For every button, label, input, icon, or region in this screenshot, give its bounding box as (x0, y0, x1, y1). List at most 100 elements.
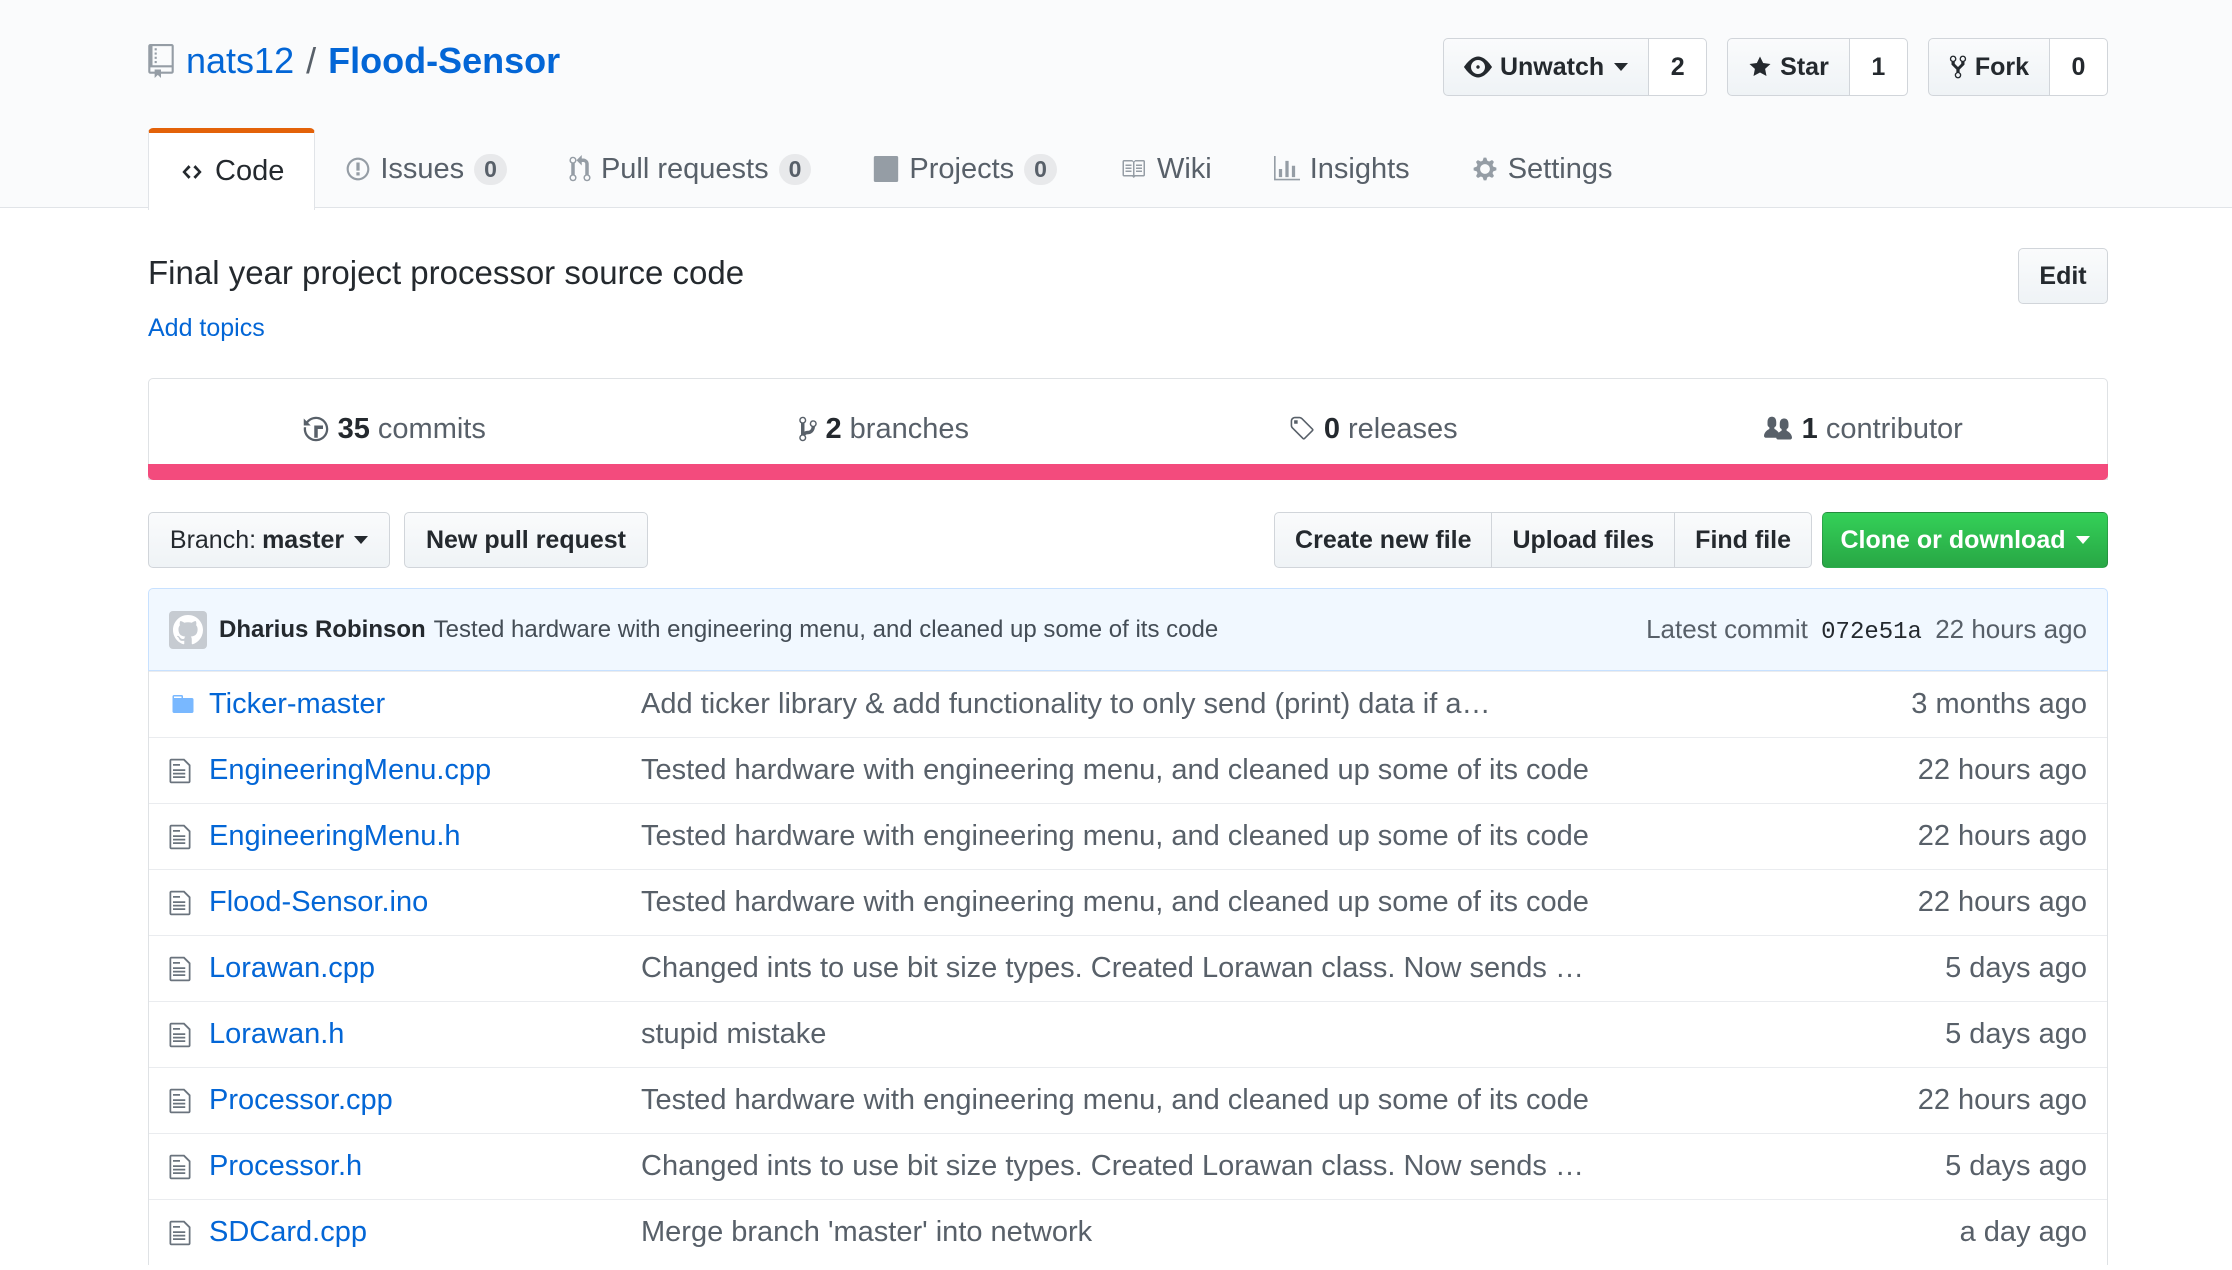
branch-icon (798, 416, 817, 442)
find-file-button[interactable]: Find file (1675, 512, 1812, 568)
tab-wiki[interactable]: Wiki (1088, 128, 1243, 209)
book-icon (1122, 160, 1145, 178)
latest-commit-bar: Dharius Robinson Tested hardware with en… (148, 588, 2108, 671)
file-icon (169, 1087, 191, 1123)
fork-button[interactable]: Fork (1927, 38, 2050, 96)
releases-label: releases (1348, 412, 1458, 445)
file-commit-message-link[interactable]: Merge branch 'master' into network (641, 1216, 1092, 1249)
language-bar[interactable] (148, 464, 2108, 480)
table-row: EngineeringMenu.h Tested hardware with en… (149, 803, 2107, 869)
file-age: 22 hours ago (1917, 820, 2087, 852)
repo-actions: Unwatch 2 Star 1 Fork 0 (1442, 38, 2108, 96)
folder-icon (169, 691, 197, 724)
stargazers-count[interactable]: 1 (1849, 38, 1908, 96)
chevron-down-icon (1614, 63, 1629, 71)
path-separator: / (306, 40, 317, 81)
file-name-link[interactable]: Processor.cpp (209, 1084, 393, 1117)
repo-title: nats12 / Flood-Sensor (148, 40, 560, 82)
watch-group: Unwatch 2 (1442, 38, 1708, 96)
repo-header: nats12 / Flood-Sensor Unwatch 2 Star 1 F… (0, 0, 2232, 210)
releases-count: 0 (1323, 412, 1340, 445)
tab-projects[interactable]: Projects 0 (842, 128, 1088, 209)
table-row: Ticker-master Add ticker library & add fu… (149, 671, 2107, 737)
file-icon (169, 1021, 191, 1057)
table-row: Lorawan.h stupid mistake 5 days ago (149, 1001, 2107, 1067)
file-commit-message-link[interactable]: Add ticker library & add functionality t… (641, 688, 1490, 721)
file-icon (169, 889, 191, 925)
clone-label: Clone or download (1840, 525, 2066, 554)
commit-sha-link[interactable]: 072e51a (1821, 619, 1922, 646)
star-label: Star (1780, 52, 1829, 81)
eye-icon (1463, 56, 1492, 78)
add-topics-link[interactable]: Add topics (148, 314, 265, 343)
issue-icon (346, 157, 370, 181)
file-name-link[interactable]: Lorawan.cpp (209, 952, 375, 985)
file-commit-message-link[interactable]: Changed ints to use bit size types. Crea… (641, 1150, 1584, 1183)
tab-label: Insights (1309, 152, 1410, 185)
file-age: 5 days ago (1945, 952, 2087, 984)
star-button[interactable]: Star (1727, 38, 1850, 96)
branch-select-button[interactable]: Branch: master (148, 512, 390, 568)
commits-label: commits (377, 412, 486, 445)
tab-label: Settings (1507, 152, 1613, 185)
file-name-link[interactable]: Flood-Sensor.ino (209, 886, 428, 919)
history-icon (303, 416, 328, 442)
file-name-link[interactable]: Lorawan.h (209, 1018, 344, 1051)
create-new-file-button[interactable]: Create new file (1274, 512, 1493, 568)
repo-name-link[interactable]: Flood-Sensor (328, 40, 560, 82)
repo-icon (148, 44, 174, 78)
file-name-link[interactable]: Ticker-master (209, 688, 385, 721)
file-icon (169, 1219, 191, 1255)
unwatch-label: Unwatch (1499, 52, 1605, 81)
file-name-link[interactable]: EngineeringMenu.cpp (209, 754, 491, 787)
avatar[interactable] (169, 610, 207, 649)
contributors-label: contributor (1825, 412, 1963, 445)
latest-commit-prefix: Latest commit (1646, 613, 1808, 644)
unwatch-button[interactable]: Unwatch (1442, 38, 1650, 96)
table-row: Flood-Sensor.ino Tested hardware with eng… (149, 869, 2107, 935)
tab-pull-requests[interactable]: Pull requests 0 (538, 128, 842, 209)
gear-icon (1473, 157, 1497, 181)
file-icon (169, 955, 191, 991)
watchers-count[interactable]: 2 (1649, 38, 1708, 96)
clone-or-download-button[interactable]: Clone or download (1822, 512, 2108, 568)
new-pull-request-button[interactable]: New pull request (404, 512, 648, 568)
projects-counter: 0 (1024, 153, 1057, 185)
file-name-link[interactable]: EngineeringMenu.h (209, 820, 461, 853)
tab-code[interactable]: Code (148, 128, 316, 210)
commit-message-link[interactable]: Tested hardware with engineering menu, a… (434, 616, 1219, 644)
file-commit-message-link[interactable]: Tested hardware with engineering menu, a… (641, 754, 1589, 787)
upload-files-button[interactable]: Upload files (1492, 512, 1676, 568)
file-name-link[interactable]: SDCard.cpp (209, 1216, 367, 1249)
file-commit-message-link[interactable]: Changed ints to use bit size types. Crea… (641, 952, 1584, 985)
file-name-link[interactable]: Processor.h (209, 1150, 362, 1183)
tab-settings[interactable]: Settings (1441, 128, 1644, 209)
pull-requests-counter: 0 (778, 153, 812, 185)
issues-counter: 0 (474, 153, 507, 185)
star-group: Star 1 (1727, 38, 1908, 96)
tab-issues[interactable]: Issues 0 (315, 128, 538, 209)
file-age: 3 months ago (1911, 688, 2087, 720)
commit-author-link[interactable]: Dharius Robinson (219, 616, 426, 644)
file-commit-message-link[interactable]: Tested hardware with engineering menu, a… (641, 1084, 1589, 1117)
file-commit-message-link[interactable]: Tested hardware with engineering menu, a… (641, 820, 1589, 853)
file-age: 22 hours ago (1917, 886, 2087, 918)
repo-owner-link[interactable]: nats12 (186, 40, 294, 82)
file-age: 22 hours ago (1917, 754, 2087, 786)
fork-group: Fork 0 (1927, 38, 2108, 96)
tab-label: Projects (909, 152, 1015, 185)
tab-insights[interactable]: Insights (1243, 128, 1441, 209)
table-row: EngineeringMenu.cpp Tested hardware with … (149, 737, 2107, 803)
contributors-count: 1 (1801, 412, 1818, 445)
file-commit-message-link[interactable]: Tested hardware with engineering menu, a… (641, 886, 1589, 919)
pull-request-icon (569, 155, 591, 182)
tab-label: Wiki (1156, 152, 1212, 185)
branch-prefix: Branch: (169, 525, 257, 554)
tab-label: Pull requests (600, 152, 769, 185)
forks-count[interactable]: 0 (2050, 38, 2108, 96)
file-commit-message-link[interactable]: stupid mistake (641, 1018, 826, 1051)
people-icon (1763, 416, 1792, 440)
commit-age: 22 hours ago (1935, 613, 2087, 644)
file-icon (169, 757, 191, 793)
edit-description-button[interactable]: Edit (2018, 248, 2108, 304)
